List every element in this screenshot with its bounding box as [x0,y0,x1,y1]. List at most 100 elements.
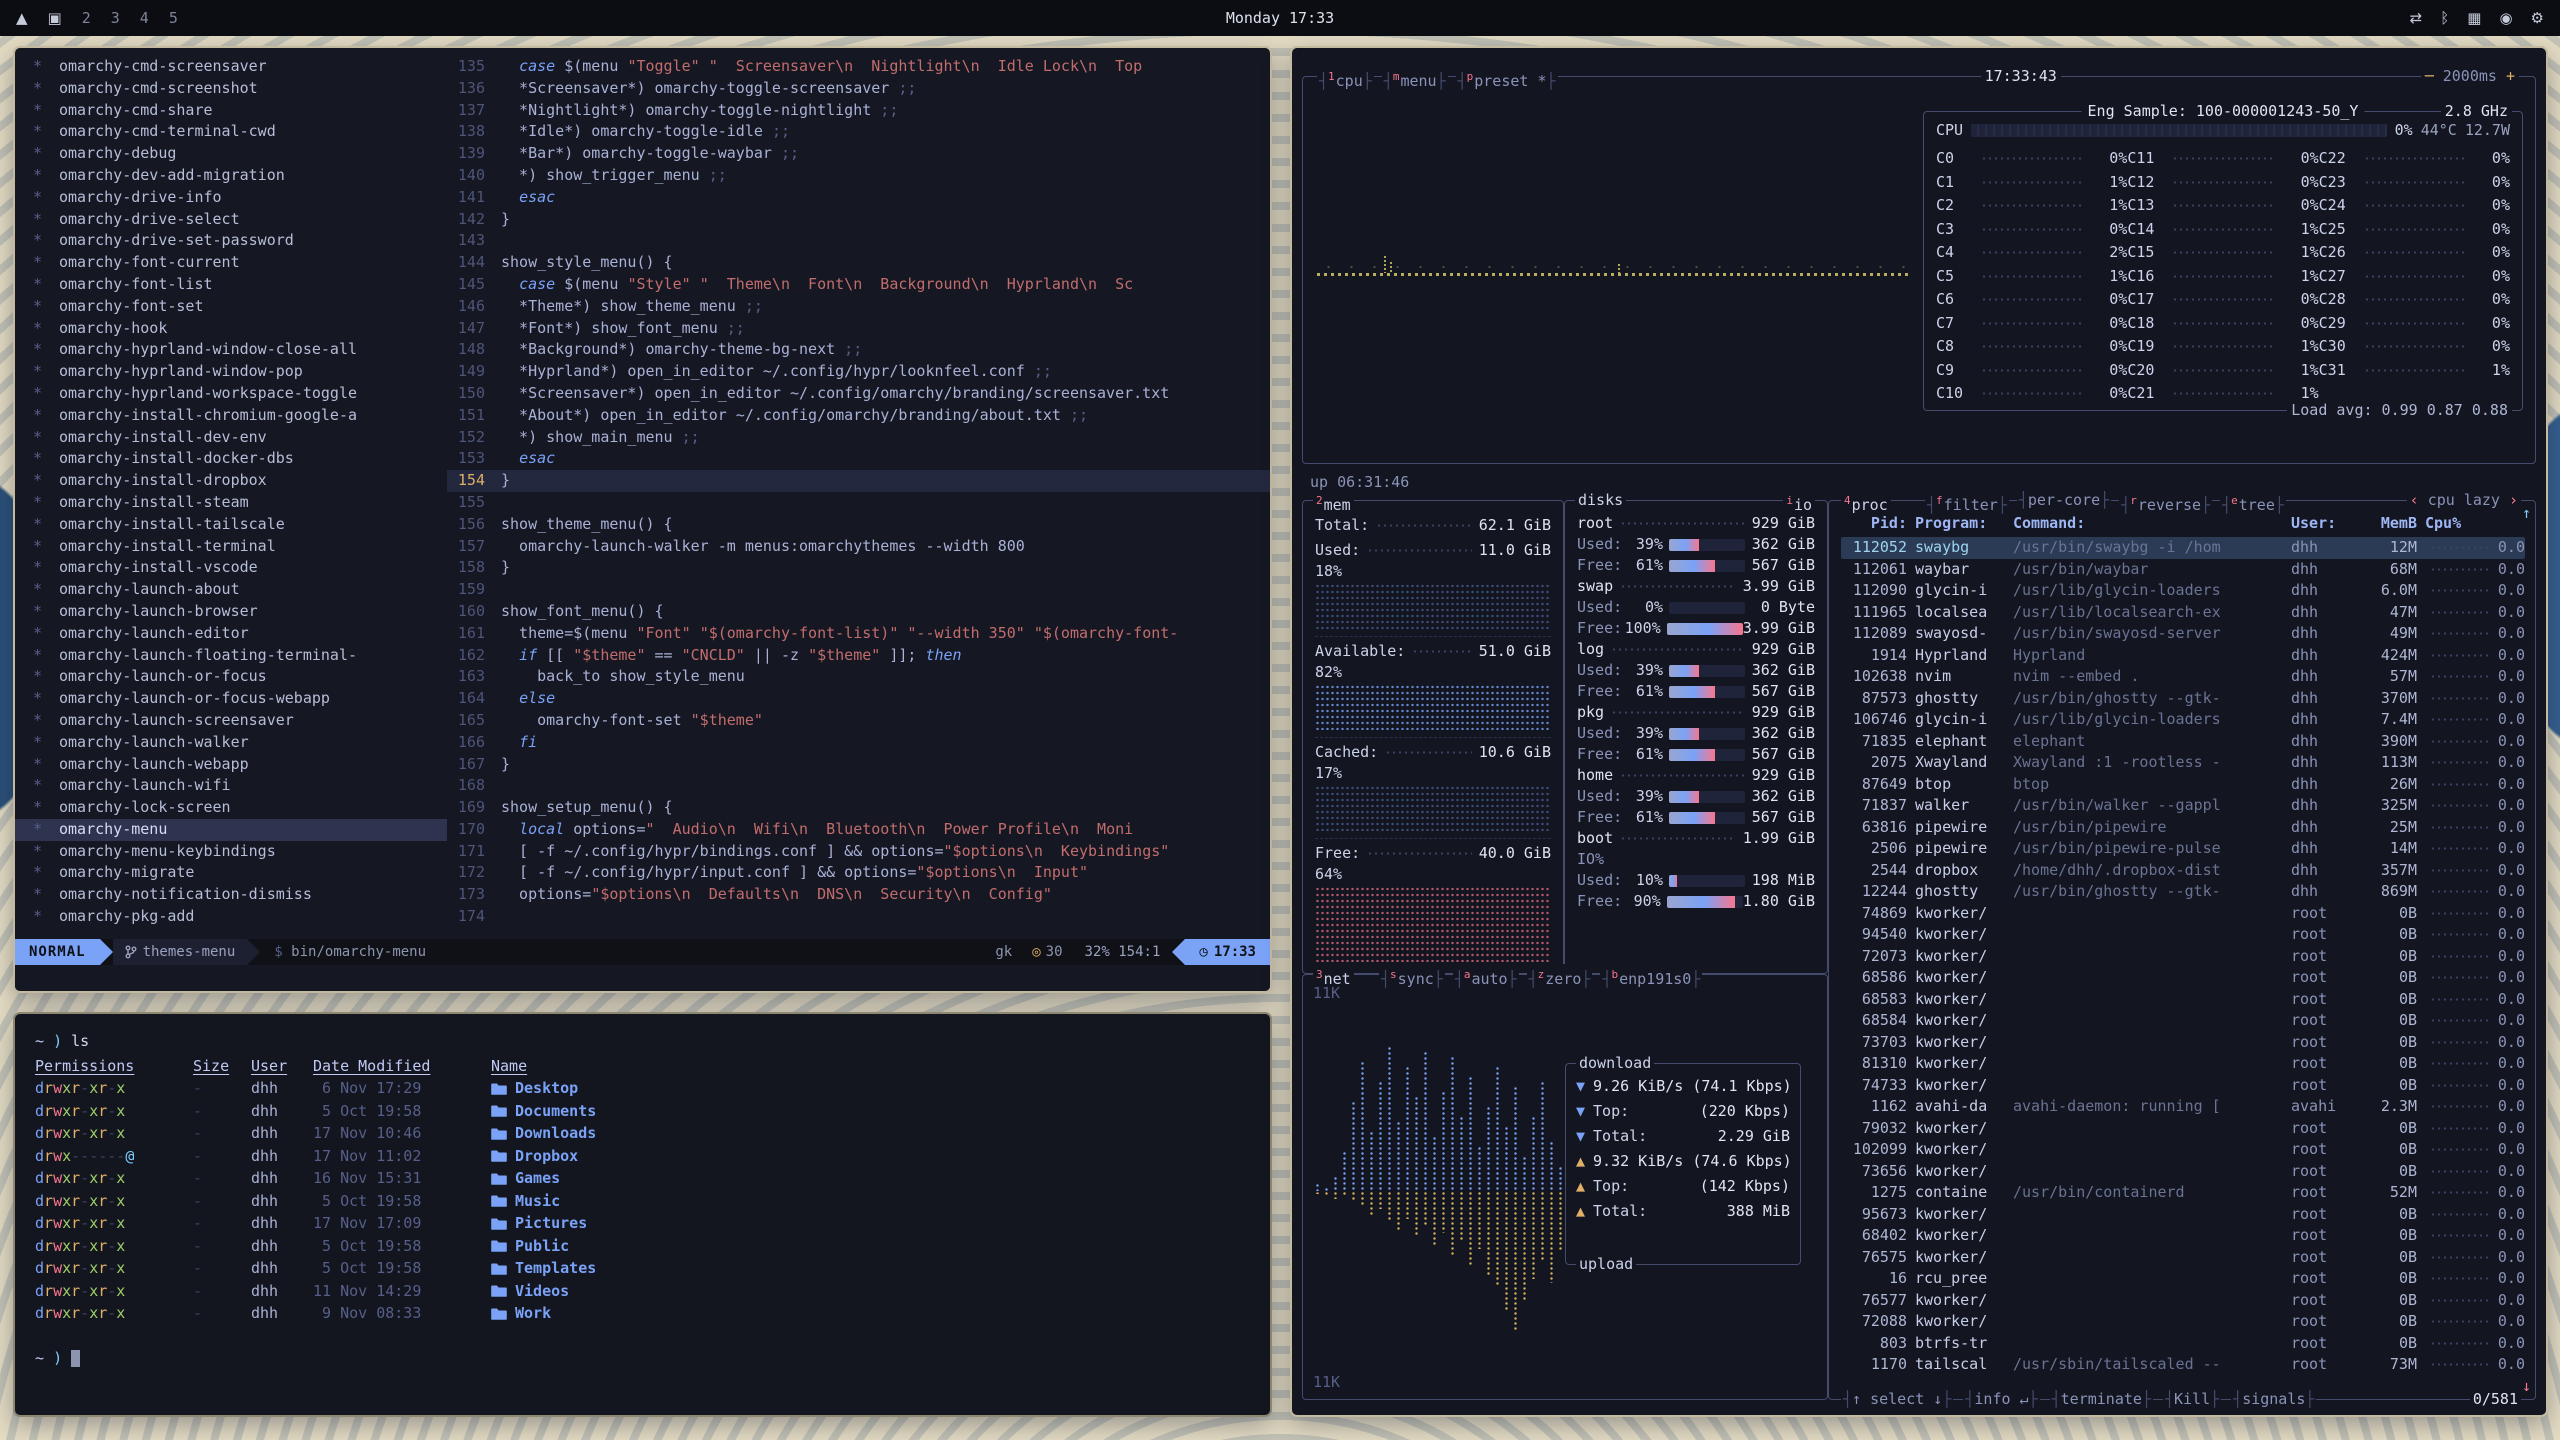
proc-action-terminate[interactable]: terminate [2050,1389,2153,1410]
file-item[interactable]: *omarchy-install-vscode [33,557,447,579]
keyboard-icon[interactable]: ▦ [2467,9,2481,27]
update-interval[interactable]: ─ 2000ms + [2421,66,2519,87]
code-line[interactable]: 143 [447,230,1270,252]
process-row[interactable]: 68584kworker/root0B0.0 [1841,1010,2525,1032]
proc-action-signals[interactable]: signals [2231,1389,2316,1410]
process-row[interactable]: 112052swaybg/usr/bin/swaybg -i /homdhh12… [1841,537,2525,559]
folder-name[interactable]: Dropbox [491,1145,1250,1168]
tab-cpu[interactable]: 1cpu [1317,66,1374,92]
proc-box-title[interactable]: 4proc [1841,490,1891,516]
process-row[interactable]: 68586kworker/root0B0.0 [1841,967,2525,989]
file-item[interactable]: *omarchy-cmd-share [33,100,447,122]
process-row[interactable]: 68402kworker/root0B0.0 [1841,1225,2525,1247]
folder-name[interactable]: Templates [491,1257,1250,1280]
code-line[interactable]: 150 *Screensaver*) open_in_editor ~/.con… [447,383,1270,405]
code-line[interactable]: 158} [447,557,1270,579]
code-line[interactable]: 164 else [447,688,1270,710]
process-row[interactable]: 76575kworker/root0B0.0 [1841,1247,2525,1269]
workspace-button[interactable]: 2 [82,9,91,27]
file-item[interactable]: *omarchy-install-terminal [33,536,447,558]
file-item[interactable]: *omarchy-dev-add-migration [33,165,447,187]
code-line[interactable]: 136 *Screensaver*) omarchy-toggle-screen… [447,78,1270,100]
app-grid-icon[interactable]: ▣ [48,9,62,27]
process-row[interactable]: 16rcu_preeroot0B0.0 [1841,1268,2525,1290]
process-row[interactable]: 2506pipewire/usr/bin/pipewire-pulsedhh14… [1841,838,2525,860]
code-line[interactable]: 171 [ -f ~/.config/hypr/bindings.conf ] … [447,841,1270,863]
scroll-down-arrow[interactable]: ↓ [2522,1376,2531,1397]
file-item[interactable]: *omarchy-hyprland-window-close-all [33,339,447,361]
process-row[interactable]: 1162avahi-daavahi-daemon: running [avahi… [1841,1096,2525,1118]
file-item[interactable]: *omarchy-cmd-terminal-cwd [33,121,447,143]
code-line[interactable]: 153 esac [447,448,1270,470]
file-item[interactable]: *omarchy-install-tailscale [33,514,447,536]
process-row[interactable]: 95673kworker/root0B0.0 [1841,1204,2525,1226]
process-row[interactable]: 106746glycin-i/usr/lib/glycin-loadersdhh… [1841,709,2525,731]
code-line[interactable]: 148 *Background*) omarchy-theme-bg-next … [447,339,1270,361]
process-row[interactable]: 74869kworker/root0B0.0 [1841,903,2525,925]
process-row[interactable]: 71835elephantelephantdhh390M0.0 [1841,731,2525,753]
file-item[interactable]: *omarchy-launch-wifi [33,775,447,797]
file-item[interactable]: *omarchy-hook [33,318,447,340]
file-item[interactable]: *omarchy-pkg-add [33,906,447,928]
file-item[interactable]: *omarchy-install-steam [33,492,447,514]
file-item[interactable]: *omarchy-drive-set-password [33,230,447,252]
file-item[interactable]: *omarchy-launch-browser [33,601,447,623]
process-row[interactable]: 803btrfs-trroot0B0.0 [1841,1333,2525,1355]
process-row[interactable]: 87649btopbtopdhh26M0.0 [1841,774,2525,796]
folder-name[interactable]: Documents [491,1100,1250,1123]
proc-sort-mode[interactable]: ‹ cpu lazy › [2407,490,2521,511]
file-item[interactable]: *omarchy-drive-info [33,187,447,209]
process-row[interactable]: 102638nvimnvim --embed .dhh57M0.0 [1841,666,2525,688]
process-row[interactable]: 112089swayosd-/usr/bin/swayosd-serverdhh… [1841,623,2525,645]
proc-tab-per-core[interactable]: per-core [2017,490,2111,516]
file-item[interactable]: *omarchy-lock-screen [33,797,447,819]
folder-name[interactable]: Pictures [491,1212,1250,1235]
proc-action--select-[interactable]: ↑ select ↓ [1841,1389,1953,1410]
file-item[interactable]: *omarchy-font-list [33,274,447,296]
process-row[interactable]: 2075XwaylandXwayland :1 -rootless -dhh11… [1841,752,2525,774]
editor-window[interactable]: *omarchy-cmd-screensaver*omarchy-cmd-scr… [13,46,1272,993]
code-line[interactable]: 163 back_to show_style_menu [447,666,1270,688]
file-item[interactable]: *omarchy-launch-or-focus [33,666,447,688]
proc-column-header[interactable]: Program: [1915,513,2005,534]
code-line[interactable]: 138 *Idle*) omarchy-toggle-idle ;; [447,121,1270,143]
process-row[interactable]: 102099kworker/root0B0.0 [1841,1139,2525,1161]
file-item[interactable]: *omarchy-launch-screensaver [33,710,447,732]
proc-action-kill[interactable]: Kill [2163,1389,2221,1410]
code-line[interactable]: 155 [447,492,1270,514]
process-row[interactable]: 72088kworker/root0B0.0 [1841,1311,2525,1333]
file-item[interactable]: *omarchy-launch-editor [33,623,447,645]
code-line[interactable]: 135 case $(menu "Toggle" " Screensaver\n… [447,56,1270,78]
workspace-button[interactable]: 3 [111,9,120,27]
folder-name[interactable]: Downloads [491,1122,1250,1145]
code-line[interactable]: 161 theme=$(menu "Font" "$(omarchy-font-… [447,623,1270,645]
process-row[interactable]: 112090glycin-i/usr/lib/glycin-loadersdhh… [1841,580,2525,602]
file-item[interactable]: *omarchy-cmd-screenshot [33,78,447,100]
code-line[interactable]: 152 *) show_main_menu ;; [447,427,1270,449]
code-line[interactable]: 154} [447,470,1270,492]
file-item[interactable]: *omarchy-notification-dismiss [33,884,447,906]
folder-name[interactable]: Public [491,1235,1250,1258]
terminal-window[interactable]: ~ ) ls PermissionsSizeUserDate ModifiedN… [13,1012,1272,1417]
code-line[interactable]: 157 omarchy-launch-walker -m menus:omarc… [447,536,1270,558]
tab-preset-[interactable]: ppreset * [1456,66,1558,92]
file-item[interactable]: *omarchy-install-dev-env [33,427,447,449]
proc-column-header[interactable]: Pid: [1841,513,1907,534]
file-item[interactable]: *omarchy-font-set [33,296,447,318]
code-line[interactable]: 147 *Font*) show_font_menu ;; [447,318,1270,340]
scroll-up-arrow[interactable]: ↑ [2522,503,2531,524]
folder-name[interactable]: Music [491,1190,1250,1213]
process-row[interactable]: 87573ghostty/usr/bin/ghostty --gtk-dhh37… [1841,688,2525,710]
folder-name[interactable]: Work [491,1302,1250,1325]
code-line[interactable]: 168 [447,775,1270,797]
code-line[interactable]: 165 omarchy-font-set "$theme" [447,710,1270,732]
process-row[interactable]: 12244ghostty/usr/bin/ghostty --gtk-dhh86… [1841,881,2525,903]
workspace-button[interactable]: 5 [169,9,178,27]
process-row[interactable]: 73703kworker/root0B0.0 [1841,1032,2525,1054]
file-item[interactable]: *omarchy-menu [15,819,447,841]
process-row[interactable]: 94540kworker/root0B0.0 [1841,924,2525,946]
workspace-button[interactable]: 4 [140,9,149,27]
file-item[interactable]: *omarchy-migrate [33,862,447,884]
code-pane[interactable]: 135 case $(menu "Toggle" " Screensaver\n… [447,48,1270,991]
net-tab-enp191s0[interactable]: benp191s0 [1600,964,1702,990]
